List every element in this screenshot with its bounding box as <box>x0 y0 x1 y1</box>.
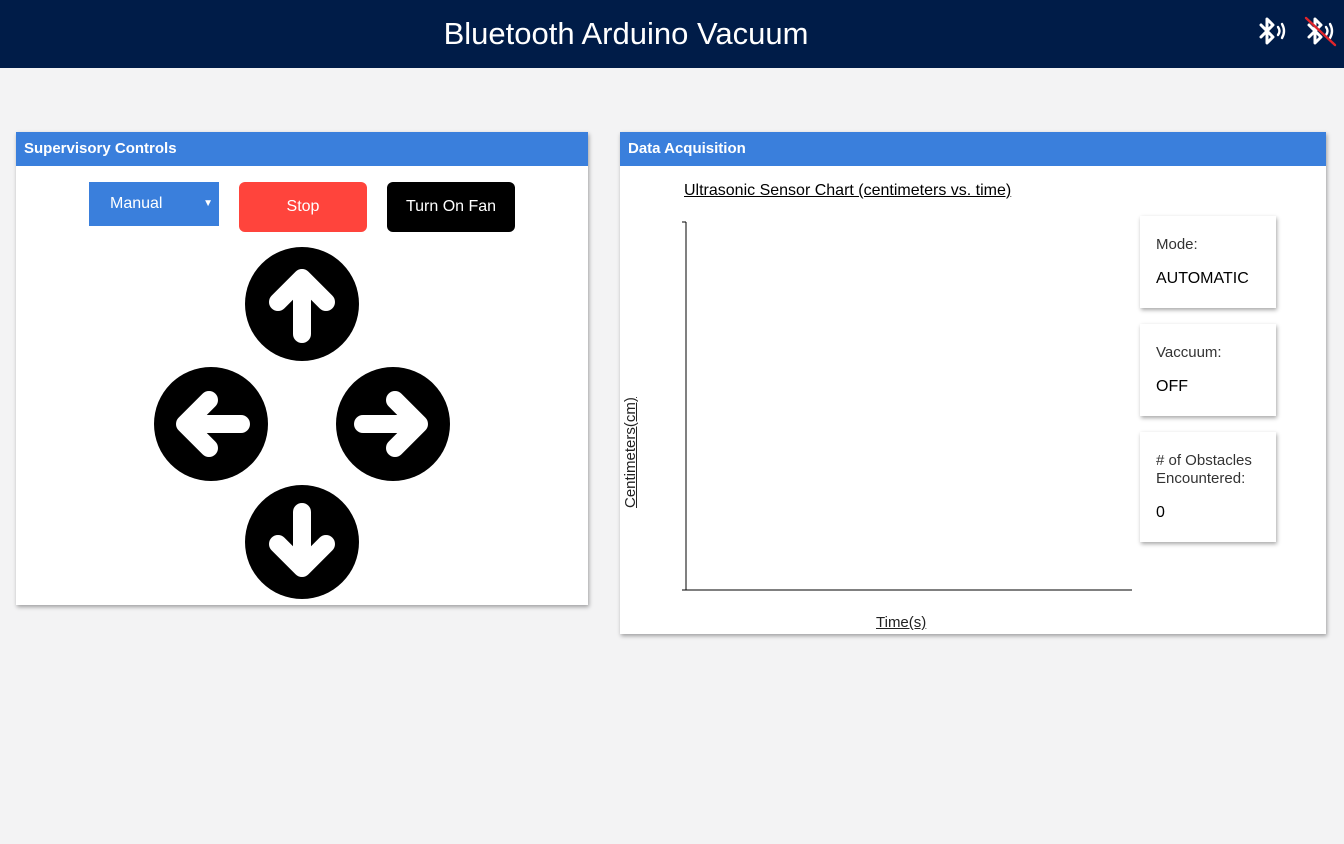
arrow-right-icon[interactable] <box>335 366 451 482</box>
supervisory-controls-panel: Supervisory Controls Manual ▼ Stop Turn … <box>16 132 588 605</box>
data-acquisition-panel: Data Acquisition Ultrasonic Sensor Chart… <box>620 132 1326 634</box>
arrow-up-icon[interactable] <box>244 246 360 362</box>
arrow-left-icon[interactable] <box>153 366 269 482</box>
app-title: Bluetooth Arduino Vacuum <box>443 16 809 51</box>
vacuum-value: OFF <box>1156 378 1188 395</box>
ultrasonic-chart <box>682 221 1132 591</box>
supervisory-controls-header: Supervisory Controls <box>16 132 588 166</box>
mode-select-value: Manual <box>110 195 163 212</box>
mode-card: Mode: AUTOMATIC <box>1140 216 1276 308</box>
arrow-down-icon[interactable] <box>244 484 360 600</box>
chevron-down-icon: ▼ <box>203 198 213 209</box>
bluetooth-connect-icon[interactable] <box>1254 14 1290 50</box>
stop-button[interactable]: Stop <box>239 182 367 232</box>
mode-label: Mode: <box>1156 236 1198 253</box>
obstacles-value: 0 <box>1156 504 1165 521</box>
bluetooth-disconnect-icon[interactable] <box>1302 14 1338 50</box>
obstacles-card: # of Obstacles Encountered: 0 <box>1140 432 1276 542</box>
data-acquisition-header: Data Acquisition <box>620 132 1326 166</box>
turn-on-fan-button[interactable]: Turn On Fan <box>387 182 515 232</box>
top-bar: Bluetooth Arduino Vacuum <box>0 0 1344 68</box>
mode-value: AUTOMATIC <box>1156 270 1249 287</box>
chart-title: Ultrasonic Sensor Chart (centimeters vs.… <box>684 182 1012 199</box>
obstacles-label: # of Obstacles Encountered: <box>1156 452 1252 487</box>
x-axis-label: Time(s) <box>876 614 927 631</box>
mode-select[interactable]: Manual ▼ <box>89 182 219 226</box>
vacuum-label: Vaccuum: <box>1156 344 1222 361</box>
y-axis-label: Centimeters(cm) <box>622 397 639 508</box>
vacuum-card: Vaccuum: OFF <box>1140 324 1276 416</box>
